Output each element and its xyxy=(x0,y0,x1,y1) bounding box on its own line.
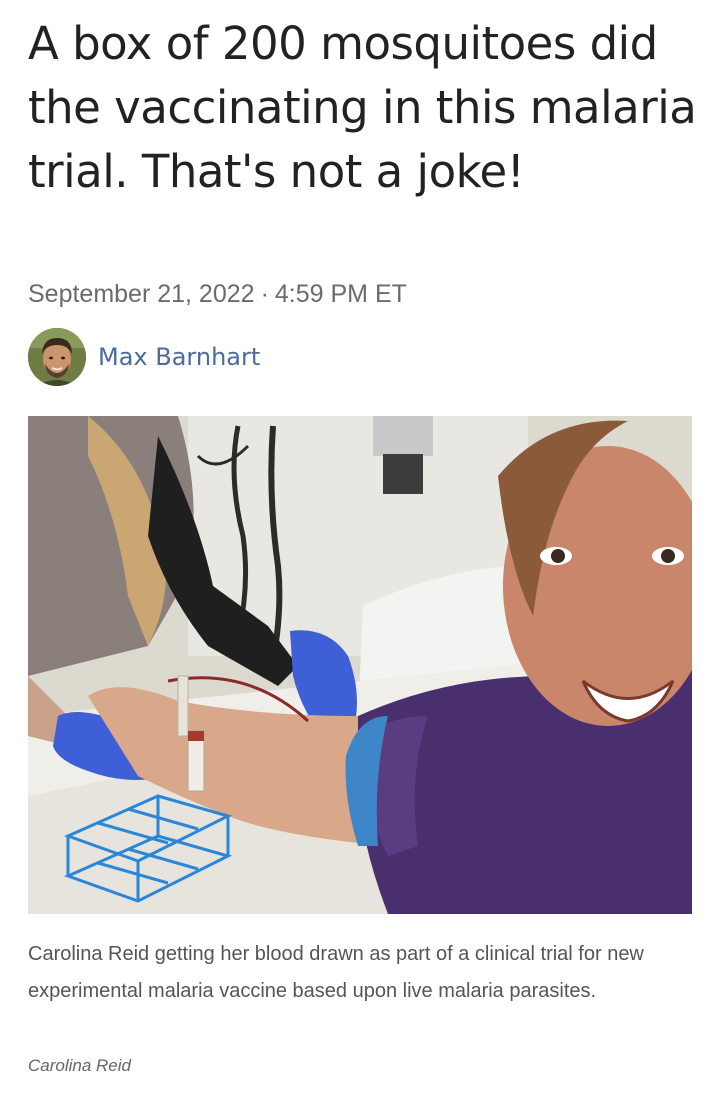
article: A box of 200 mosquitoes did the vaccinat… xyxy=(0,0,720,1097)
author-name-link[interactable]: Max Barnhart xyxy=(98,343,260,371)
author-avatar[interactable] xyxy=(28,328,86,386)
headline: A box of 200 mosquitoes did the vaccinat… xyxy=(28,17,697,198)
publish-date: September 21, 2022 xyxy=(28,280,255,308)
dateline: September 21, 2022 · 4:59 PM ET xyxy=(28,280,407,309)
article-photo xyxy=(28,416,692,914)
publish-time: 4:59 PM ET xyxy=(274,280,407,308)
photo-credit: Carolina Reid xyxy=(28,1056,131,1075)
author-portrait-icon xyxy=(28,328,86,386)
dateline-separator: · xyxy=(260,280,269,308)
blood-draw-photo xyxy=(28,416,692,914)
photo-caption: Carolina Reid getting her blood drawn as… xyxy=(28,943,644,1002)
byline: Max Barnhart xyxy=(28,328,260,386)
